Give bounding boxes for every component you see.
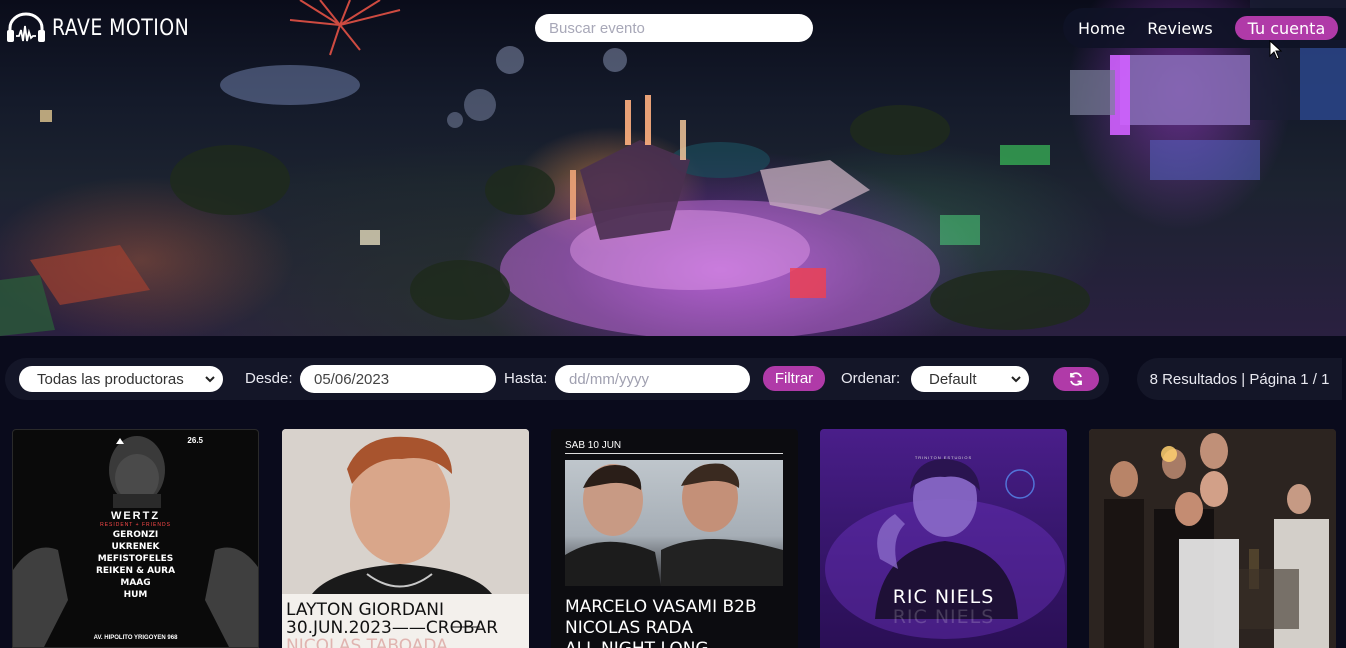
order-label: Ordenar: xyxy=(841,370,901,387)
event-date: 30.JUN.2023 xyxy=(286,618,392,638)
lineup-item: REIKEN & AURA xyxy=(95,566,176,576)
event-title: LAYTON GIORDANI xyxy=(286,600,444,620)
event-title-reflection: RIC NIELS xyxy=(892,606,995,628)
event-info: MARCELO VASAMI B2B NICOLAS RADA ALL NIGH… xyxy=(565,597,757,648)
lineup-item: HUM xyxy=(123,590,148,600)
nav-home-link[interactable]: Home xyxy=(1078,19,1125,38)
mouse-cursor-icon xyxy=(1269,40,1283,60)
producer-select[interactable]: Todas las productoras xyxy=(19,366,223,392)
event-card-5-party-photo xyxy=(1089,429,1336,648)
top-nav: Home Reviews Tu cuenta xyxy=(1063,8,1346,48)
event-card[interactable]: TRINITON ESTUDIOS RIC NIELS RIC NIELS xyxy=(820,429,1067,648)
filter-button[interactable]: Filtrar xyxy=(763,366,825,391)
from-label: Desde: xyxy=(245,370,293,387)
chevron-down-icon xyxy=(1011,376,1021,383)
event-title: MARCELO VASAMI B2B xyxy=(565,597,757,617)
lineup-item: MAAG xyxy=(120,578,151,588)
event-photo xyxy=(565,460,783,586)
headphones-waveform-icon xyxy=(7,12,45,42)
event-date: 26.5 xyxy=(187,436,203,445)
event-venue: CROBAR xyxy=(425,618,499,638)
lineup-item: UKRENEK xyxy=(111,542,160,552)
account-button[interactable]: Tu cuenta xyxy=(1234,16,1339,40)
event-subtitle: ALL NIGHT LONG xyxy=(565,639,757,648)
to-date-input[interactable]: dd/mm/yyyy xyxy=(555,365,750,393)
event-title: WERTZ xyxy=(110,510,161,522)
event-card[interactable]: LAYTON GIORDANI 30.JUN.2023——CROBAR NICO… xyxy=(282,429,529,648)
event-card-3-portrait xyxy=(565,463,783,586)
divider xyxy=(565,453,783,454)
hero-festival-image xyxy=(0,0,1346,336)
event-date-venue: 30.JUN.2023——CROBAR xyxy=(286,619,498,637)
chevron-down-icon xyxy=(205,376,215,383)
order-select[interactable]: Default xyxy=(911,366,1029,392)
event-card[interactable]: 26.5 WERTZ RESIDENT + FRIENDS GERONZI UK… xyxy=(12,429,259,648)
refresh-icon xyxy=(1070,372,1082,386)
venue-separator: —— xyxy=(391,618,426,638)
results-count: 8 Resultados | Página 1 / 1 xyxy=(1137,358,1342,400)
refresh-button[interactable] xyxy=(1053,367,1099,391)
event-lineup: GERONZI UKRENEK MEFISTOFELES REIKEN & AU… xyxy=(13,529,258,601)
lineup-item: GERONZI xyxy=(112,530,159,540)
hero-scene xyxy=(0,0,1346,336)
nav-reviews-link[interactable]: Reviews xyxy=(1147,19,1212,38)
event-artist: NICOLAS TABOADA xyxy=(286,636,448,648)
filter-bar: Todas las productoras Desde: 05/06/2023 … xyxy=(5,358,1109,400)
event-card[interactable] xyxy=(1089,429,1336,648)
producer-select-value: Todas las productoras xyxy=(37,370,184,388)
event-artist: NICOLAS RADA xyxy=(565,618,693,638)
event-info: LAYTON GIORDANI 30.JUN.2023——CROBAR NICO… xyxy=(286,601,498,648)
brand-logo[interactable]: RAVE MOTION xyxy=(6,12,211,44)
brand-name: RAVE MOTION xyxy=(52,15,190,41)
event-subtitle: RESIDENT + FRIENDS xyxy=(100,522,171,528)
event-venue: TRINITON ESTUDIOS xyxy=(914,455,973,460)
from-date-input[interactable]: 05/06/2023 xyxy=(300,365,496,393)
to-label: Hasta: xyxy=(504,370,548,387)
event-date: SAB 10 JUN xyxy=(565,440,622,451)
lineup-item: MEFISTOFELES xyxy=(97,554,174,564)
event-address: AV. HIPOLITO YRIGOYEN 968 xyxy=(93,635,178,641)
page: RAVE MOTION Home Reviews Tu cuenta Todas… xyxy=(0,0,1346,648)
search-input[interactable] xyxy=(535,14,813,42)
event-card[interactable]: SAB 10 JUN MARCELO VASAMI B2B NICOLAS RA… xyxy=(551,429,798,648)
order-select-value: Default xyxy=(929,370,977,388)
event-title: RIC NIELS xyxy=(892,586,995,608)
